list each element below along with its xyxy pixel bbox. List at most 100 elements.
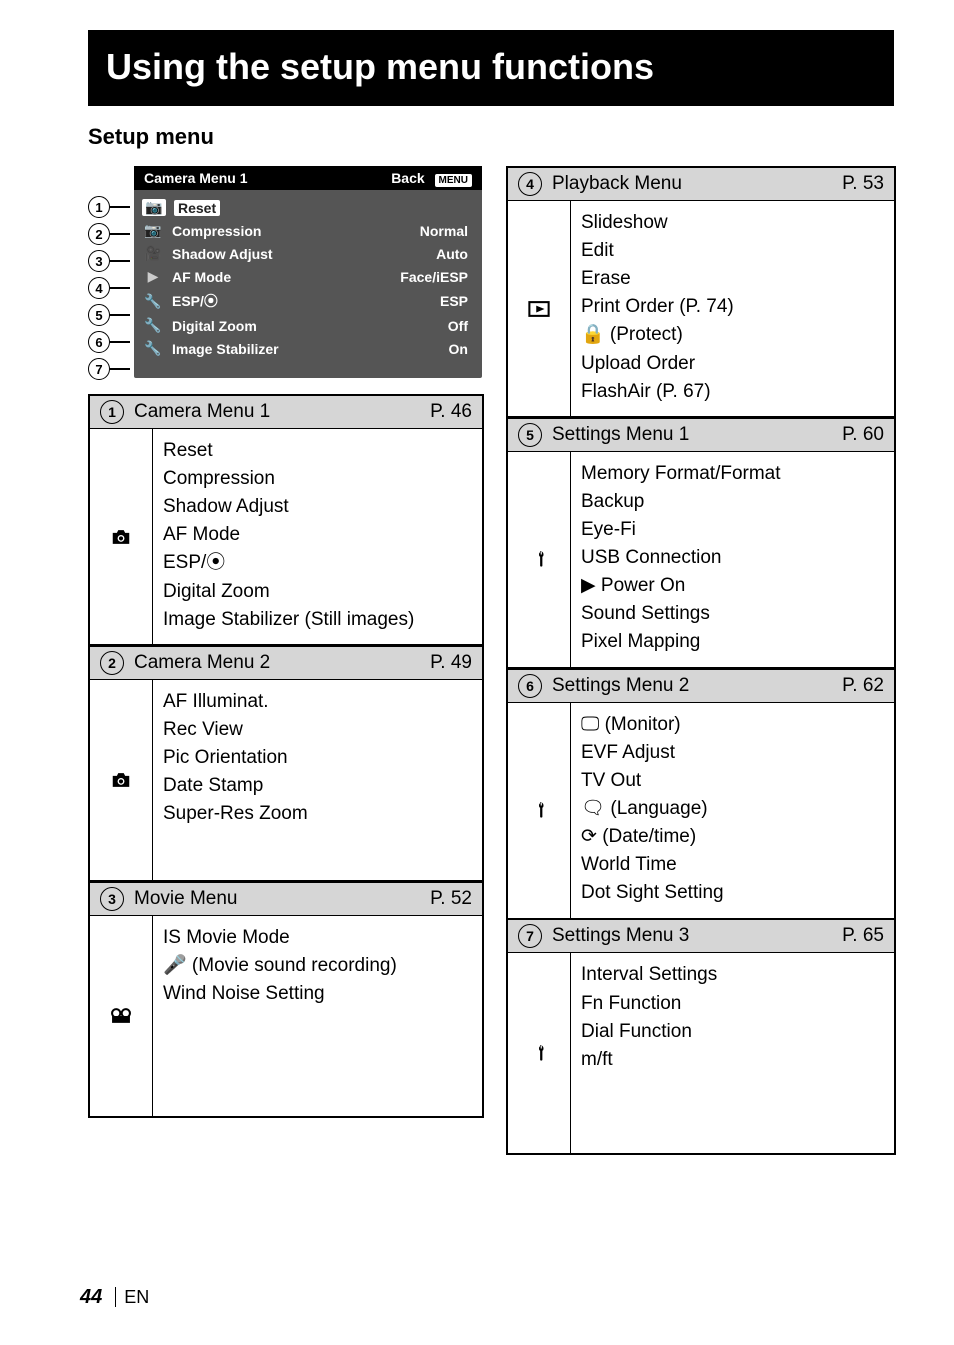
menu-item: Print Order (P. 74) [581,293,884,321]
menu-item: Pixel Mapping [581,628,884,656]
menu-item: AF Illuminat. [163,688,472,716]
callout-4: 4 [88,277,130,299]
menu-section: 6Settings Menu 2P. 62🖵 (Monitor)EVF Adju… [506,668,896,920]
menu-item: FlashAir (P. 67) [581,378,884,406]
lcd-header-title: Camera Menu 1 [144,170,247,186]
lcd-row: 📷CompressionNormal [142,219,472,242]
lcd-side-icon: 🔧 [142,317,164,334]
lcd-header: Camera Menu 1 Back MENU [134,166,482,190]
menu-item: ⟳ (Date/time) [581,823,884,851]
callout-6: 6 [88,331,130,353]
section-page: P. 46 [430,401,472,423]
wrench-icon [528,550,550,568]
menu-item: Interval Settings [581,961,884,989]
lcd-row-label: AF Mode [164,269,400,285]
section-header: 1Camera Menu 1P. 46 [89,395,483,429]
menu-item: Erase [581,265,884,293]
section-items: 🖵 (Monitor)EVF AdjustTV Out🗨 (Language)⟳… [571,703,894,918]
section-body: 🖵 (Monitor)EVF AdjustTV Out🗨 (Language)⟳… [507,703,895,919]
menu-item: 🖵 (Monitor) [581,711,884,739]
menu-item: Compression [163,465,472,493]
lcd-side-icon: ▶ [142,268,164,285]
menu-item: 🎤 (Movie sound recording) [163,952,472,980]
lcd-side-icon: 🔧 [142,340,164,357]
section-icon-cell [508,201,571,416]
menu-item: Upload Order [581,350,884,378]
movie-icon [110,1007,132,1025]
menu-item: TV Out [581,767,884,795]
menu-item: ▶ Power On [581,572,884,600]
menu-section: 5Settings Menu 1P. 60Memory Format/Forma… [506,417,896,669]
section-body: SlideshowEditErasePrint Order (P. 74)🔒 (… [507,201,895,417]
menu-item: Pic Orientation [163,744,472,772]
section-header: 5Settings Menu 1P. 60 [507,418,895,452]
section-items: ResetCompressionShadow AdjustAF ModeESP/… [153,429,482,644]
menu-item: Sound Settings [581,600,884,628]
menu-section: 2Camera Menu 2P. 49AF Illuminat.Rec View… [88,645,484,882]
footer-page-number: 44 [80,1286,102,1308]
section-icon-cell [508,452,571,667]
lcd-side-icon: 🔧 [142,293,164,310]
menu-item: m/ft [581,1046,884,1074]
lcd-row-value: Auto [436,246,472,262]
menu-item: USB Connection [581,544,884,572]
menu-section: 7Settings Menu 3P. 65Interval SettingsFn… [506,918,896,1155]
lcd-row: 🔧Image StabilizerOn [142,337,472,360]
section-items: IS Movie Mode🎤 (Movie sound recording)Wi… [153,916,482,1116]
lcd-side-icon: 🎥 [142,245,164,262]
menu-item: Edit [581,237,884,265]
menu-item: Wind Noise Setting [163,980,472,1008]
menu-item: Eye-Fi [581,516,884,544]
section-number: 6 [518,674,542,698]
camera-icon [110,528,132,546]
wrench-icon [528,801,550,819]
lcd-row: 🔧ESP/⦿ESP [142,288,472,314]
callout-5: 5 [88,304,130,326]
page-subtitle: Setup menu [88,124,894,150]
section-number: 7 [518,924,542,948]
section-page: P. 60 [842,424,884,446]
menu-section: 3Movie MenuP. 52IS Movie Mode🎤 (Movie so… [88,881,484,1118]
lcd-side-icon: 📷 [142,222,164,239]
section-icon-cell [90,680,153,880]
camera-lcd-mockup: 1234567 Camera Menu 1 Back MENU 📷Reset📷C… [88,166,482,380]
menu-item: Digital Zoom [163,578,472,606]
section-name: Camera Menu 2 [134,652,430,674]
lcd-row-value: Face/iESP [400,269,472,285]
lcd-row-label: Image Stabilizer [164,341,449,357]
section-body: Memory Format/FormatBackupEye-FiUSB Conn… [507,452,895,668]
section-items: Interval SettingsFn FunctionDial Functio… [571,953,894,1153]
menu-item: IS Movie Mode [163,924,472,952]
lcd-row: ▶AF ModeFace/iESP [142,265,472,288]
page-title: Using the setup menu functions [88,30,894,106]
lcd-row-label: Reset [166,200,468,216]
section-name: Playback Menu [552,173,842,195]
callout-7: 7 [88,358,130,380]
callout-3: 3 [88,250,130,272]
menu-item: Shadow Adjust [163,493,472,521]
lcd-row-label: Compression [164,223,420,239]
lcd-row: 🔧Digital ZoomOff [142,314,472,337]
section-header: 2Camera Menu 2P. 49 [89,646,483,680]
menu-item: World Time [581,851,884,879]
menu-section: 1Camera Menu 1P. 46ResetCompressionShado… [88,394,484,646]
section-number: 3 [100,887,124,911]
section-number: 4 [518,172,542,196]
lcd-row-label: Shadow Adjust [164,246,436,262]
menu-item: Slideshow [581,209,884,237]
section-items: AF Illuminat.Rec ViewPic OrientationDate… [153,680,482,880]
section-page: P. 52 [430,888,472,910]
menu-item: Dial Function [581,1018,884,1046]
section-body: AF Illuminat.Rec ViewPic OrientationDate… [89,680,483,881]
lcd-side-icon: 📷 [142,199,166,216]
section-icon-cell [90,916,153,1116]
menu-item: AF Mode [163,521,472,549]
lcd-row: 🎥Shadow AdjustAuto [142,242,472,265]
menu-item: EVF Adjust [581,739,884,767]
menu-item: Rec View [163,716,472,744]
lcd-row-value: ESP [440,293,472,309]
section-header: 6Settings Menu 2P. 62 [507,669,895,703]
section-body: ResetCompressionShadow AdjustAF ModeESP/… [89,429,483,645]
menu-item: Date Stamp [163,772,472,800]
page-footer: 44 EN [80,1286,149,1309]
